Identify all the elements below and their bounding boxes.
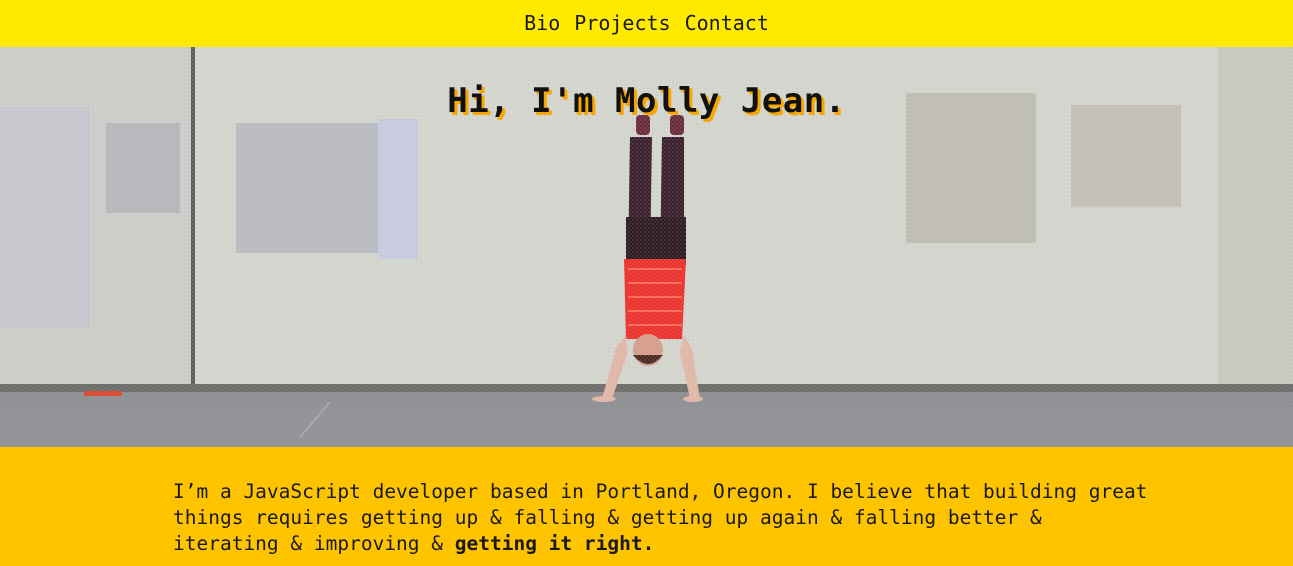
bio-section: I’m a JavaScript developer based in Port… [0,447,1293,566]
hero-title: Hi, I'm Molly Jean. [447,81,846,121]
bio-emphasis: getting it right. [454,532,655,555]
top-nav: Bio Projects Contact [0,0,1293,47]
bio-text: I’m a JavaScript developer based in Port… [173,480,1148,555]
bio-paragraph: I’m a JavaScript developer based in Port… [173,479,1153,557]
hero-banner: Hi, I'm Molly Jean. [0,47,1293,447]
nav-link-contact[interactable]: Contact [685,11,769,35]
nav-link-projects[interactable]: Projects [574,11,670,35]
nav-link-bio[interactable]: Bio [524,11,560,35]
page: Bio Projects Contact Hi, I'm Molly Jean.… [0,0,1293,566]
